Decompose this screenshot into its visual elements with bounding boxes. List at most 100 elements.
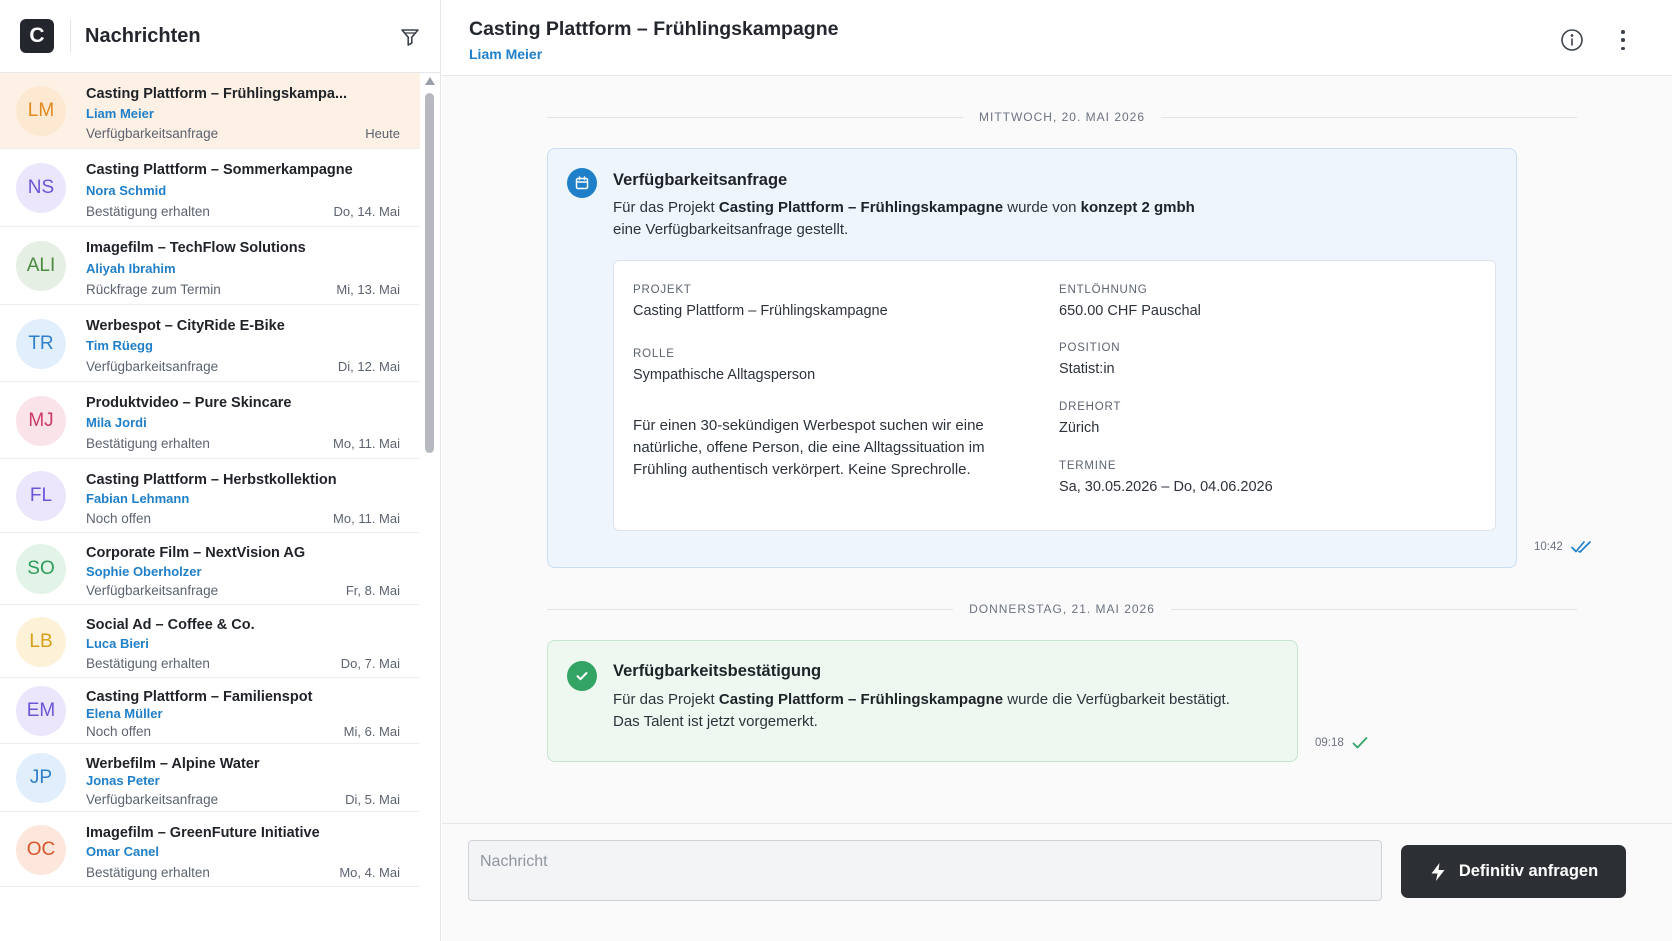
conversation-contact-name: Sophie Oberholzer [86, 564, 202, 579]
conversation-item[interactable]: FL Casting Plattform – Herbstkollektion Fa… [0, 459, 420, 533]
conversation-item[interactable]: NS Casting Plattform – Sommerkampagne Nora… [0, 149, 420, 227]
avatar: LB [16, 617, 66, 667]
conversation-title: Imagefilm – GreenFuture Initiative [86, 825, 320, 841]
chat-contact-name[interactable]: Liam Meier [469, 46, 542, 62]
definitiv-anfragen-button[interactable]: Definitiv anfragen [1401, 845, 1626, 898]
avatar: FL [16, 471, 66, 521]
message-text: Für das Projekt Casting Plattform – Früh… [613, 197, 1195, 241]
conversation-date: Di, 12. Mai [337, 359, 400, 374]
conversation-date: Mi, 6. Mai [343, 724, 400, 739]
check-mark-icon [1352, 737, 1368, 749]
conversation-status: Rückfrage zum Termin [86, 282, 221, 297]
conversation-date: Heute [365, 126, 400, 141]
conversation-status: Verfügbarkeitsanfrage [86, 583, 219, 598]
message-title: Verfügbarkeitsanfrage [613, 171, 788, 189]
conversation-item[interactable]: MJ Produktvideo – Pure Skincare Mila Jordi… [0, 382, 420, 459]
detail-value-position: Statist:in [1059, 361, 1115, 377]
conversation-status: Bestätigung erhalten [86, 865, 210, 880]
calendar-badge [567, 168, 597, 198]
conversation-title: Werbespot – CityRide E-Bike [86, 318, 285, 334]
avatar: SO [16, 544, 66, 594]
more-dot-icon [1621, 46, 1625, 50]
conversation-date: Do, 14. Mai [333, 204, 400, 219]
message-text: Für das Projekt Casting Plattform – Früh… [613, 689, 1230, 733]
conversation-title: Casting Plattform – Frühlingskampa... [86, 86, 348, 102]
day-separator: DONNERSTAG, 21. MAI 2026 [547, 599, 1577, 619]
lightning-icon [1431, 862, 1445, 881]
conversation-title: Corporate Film – NextVision AG [86, 545, 306, 561]
request-details-card: PROJEKT Casting Plattform – Frühlingskam… [613, 260, 1496, 531]
text-segment: wurde die Verfügbarkeit bestätigt. [1003, 691, 1230, 708]
conversation-date: Mo, 4. Mai [339, 865, 400, 880]
conversation-item[interactable]: LM Casting Plattform – Frühlingskampa... L… [0, 73, 420, 149]
avatar: LM [16, 86, 66, 136]
conversation-date: Do, 7. Mai [340, 656, 400, 671]
detail-label-projekt: PROJEKT [633, 284, 692, 296]
more-dot-icon [1621, 38, 1625, 42]
message-time: 09:18 [1315, 737, 1344, 749]
separator-line [547, 608, 954, 610]
conversation-item[interactable]: EM Casting Plattform – Familienspot Elena … [0, 678, 420, 744]
avatar: NS [16, 163, 66, 213]
conversation-item[interactable]: JP Werbefilm – Alpine Water Jonas Peter Ver… [0, 744, 420, 812]
day-separator: MITTWOCH, 20. MAI 2026 [547, 107, 1577, 127]
conversation-item[interactable]: ALI Imagefilm – TechFlow Solutions Aliyah … [0, 227, 420, 305]
avatar: EM [16, 686, 66, 736]
more-options-button[interactable] [1618, 28, 1628, 52]
conversation-contact-name: Fabian Lehmann [86, 491, 190, 506]
detail-value-projekt: Casting Plattform – Frühlingskampagne [633, 303, 888, 319]
conversation-status: Bestätigung erhalten [86, 436, 210, 451]
scrollbar-thumb[interactable] [425, 93, 434, 453]
text-segment: eine Verfügbarkeitsanfrage gestellt. [613, 221, 849, 238]
conversation-date: Mo, 11. Mai [333, 511, 400, 526]
check-badge [567, 661, 597, 691]
conversation-date: Fr, 8. Mai [345, 583, 400, 598]
conversation-scrollbar[interactable] [422, 73, 438, 941]
conversation-item[interactable]: OC Imagefilm – GreenFuture Initiative Omar… [0, 812, 420, 887]
separator-line [1170, 608, 1577, 610]
availability-request-message: Verfügbarkeitsanfrage Für das Projekt Ca… [547, 148, 1517, 568]
conversation-date: Mi, 13. Mai [336, 282, 400, 297]
text-segment: Das Talent ist jetzt vorgemerkt. [613, 713, 818, 730]
more-dot-icon [1621, 30, 1625, 34]
conversation-item[interactable]: SO Corporate Film – NextVision AG Sophie O… [0, 533, 420, 605]
info-button[interactable] [1560, 28, 1584, 52]
conversation-contact-name: Tim Rüegg [86, 338, 153, 353]
check-icon [576, 672, 588, 681]
sidebar-title: Nachrichten [85, 24, 201, 47]
separator-line [1161, 116, 1577, 118]
message-time: 10:42 [1534, 541, 1563, 553]
role-description: Für einen 30-sekündigen Werbespot suchen… [633, 417, 985, 478]
conversation-contact-name: Mila Jordi [86, 415, 147, 430]
project-name: Casting Plattform – Frühlingskampagne [718, 199, 1004, 216]
avatar: JP [16, 753, 66, 803]
company-name: konzept 2 gmbh [1080, 199, 1195, 216]
conversation-item[interactable]: TR Werbespot – CityRide E-Bike Tim Rüegg Ve… [0, 305, 420, 382]
conversation-status: Noch offen [86, 724, 152, 739]
detail-label-entloehnung: ENTLÖHNUNG [1059, 284, 1148, 296]
calendar-icon [575, 176, 589, 190]
conversation-status: Bestätigung erhalten [86, 204, 210, 219]
message-meta: 10:42 [1534, 540, 1593, 554]
chat-title: Casting Plattform – Frühlingskampagne [469, 18, 839, 40]
filter-button[interactable] [399, 26, 421, 48]
conversation-contact-name: Elena Müller [86, 706, 163, 721]
detail-label-drehort: DREHORT [1059, 401, 1122, 413]
conversation-title: Casting Plattform – Familienspot [86, 689, 313, 705]
detail-label-termine: TERMINE [1059, 460, 1117, 472]
avatar: MJ [16, 396, 66, 446]
message-input[interactable] [468, 840, 1382, 901]
separator-line [547, 116, 963, 118]
conversation-status: Verfügbarkeitsanfrage [86, 792, 219, 807]
info-icon [1561, 29, 1583, 51]
avatar: ALI [16, 241, 66, 291]
conversation-date: Mo, 11. Mai [333, 436, 400, 451]
conversation-item[interactable]: LB Social Ad – Coffee & Co. Luca Bieri Best… [0, 605, 420, 678]
message-meta: 09:18 [1315, 736, 1368, 750]
day-label: DONNERSTAG, 21. MAI 2026 [969, 602, 1155, 616]
scroll-up-arrow-icon[interactable] [425, 77, 435, 85]
message-composer: Definitiv anfragen [442, 823, 1672, 941]
detail-value-entloehnung: 650.00 CHF Pauschal [1059, 303, 1201, 319]
app-logo[interactable]: C [20, 19, 54, 53]
conversation-status: Noch offen [86, 511, 152, 526]
